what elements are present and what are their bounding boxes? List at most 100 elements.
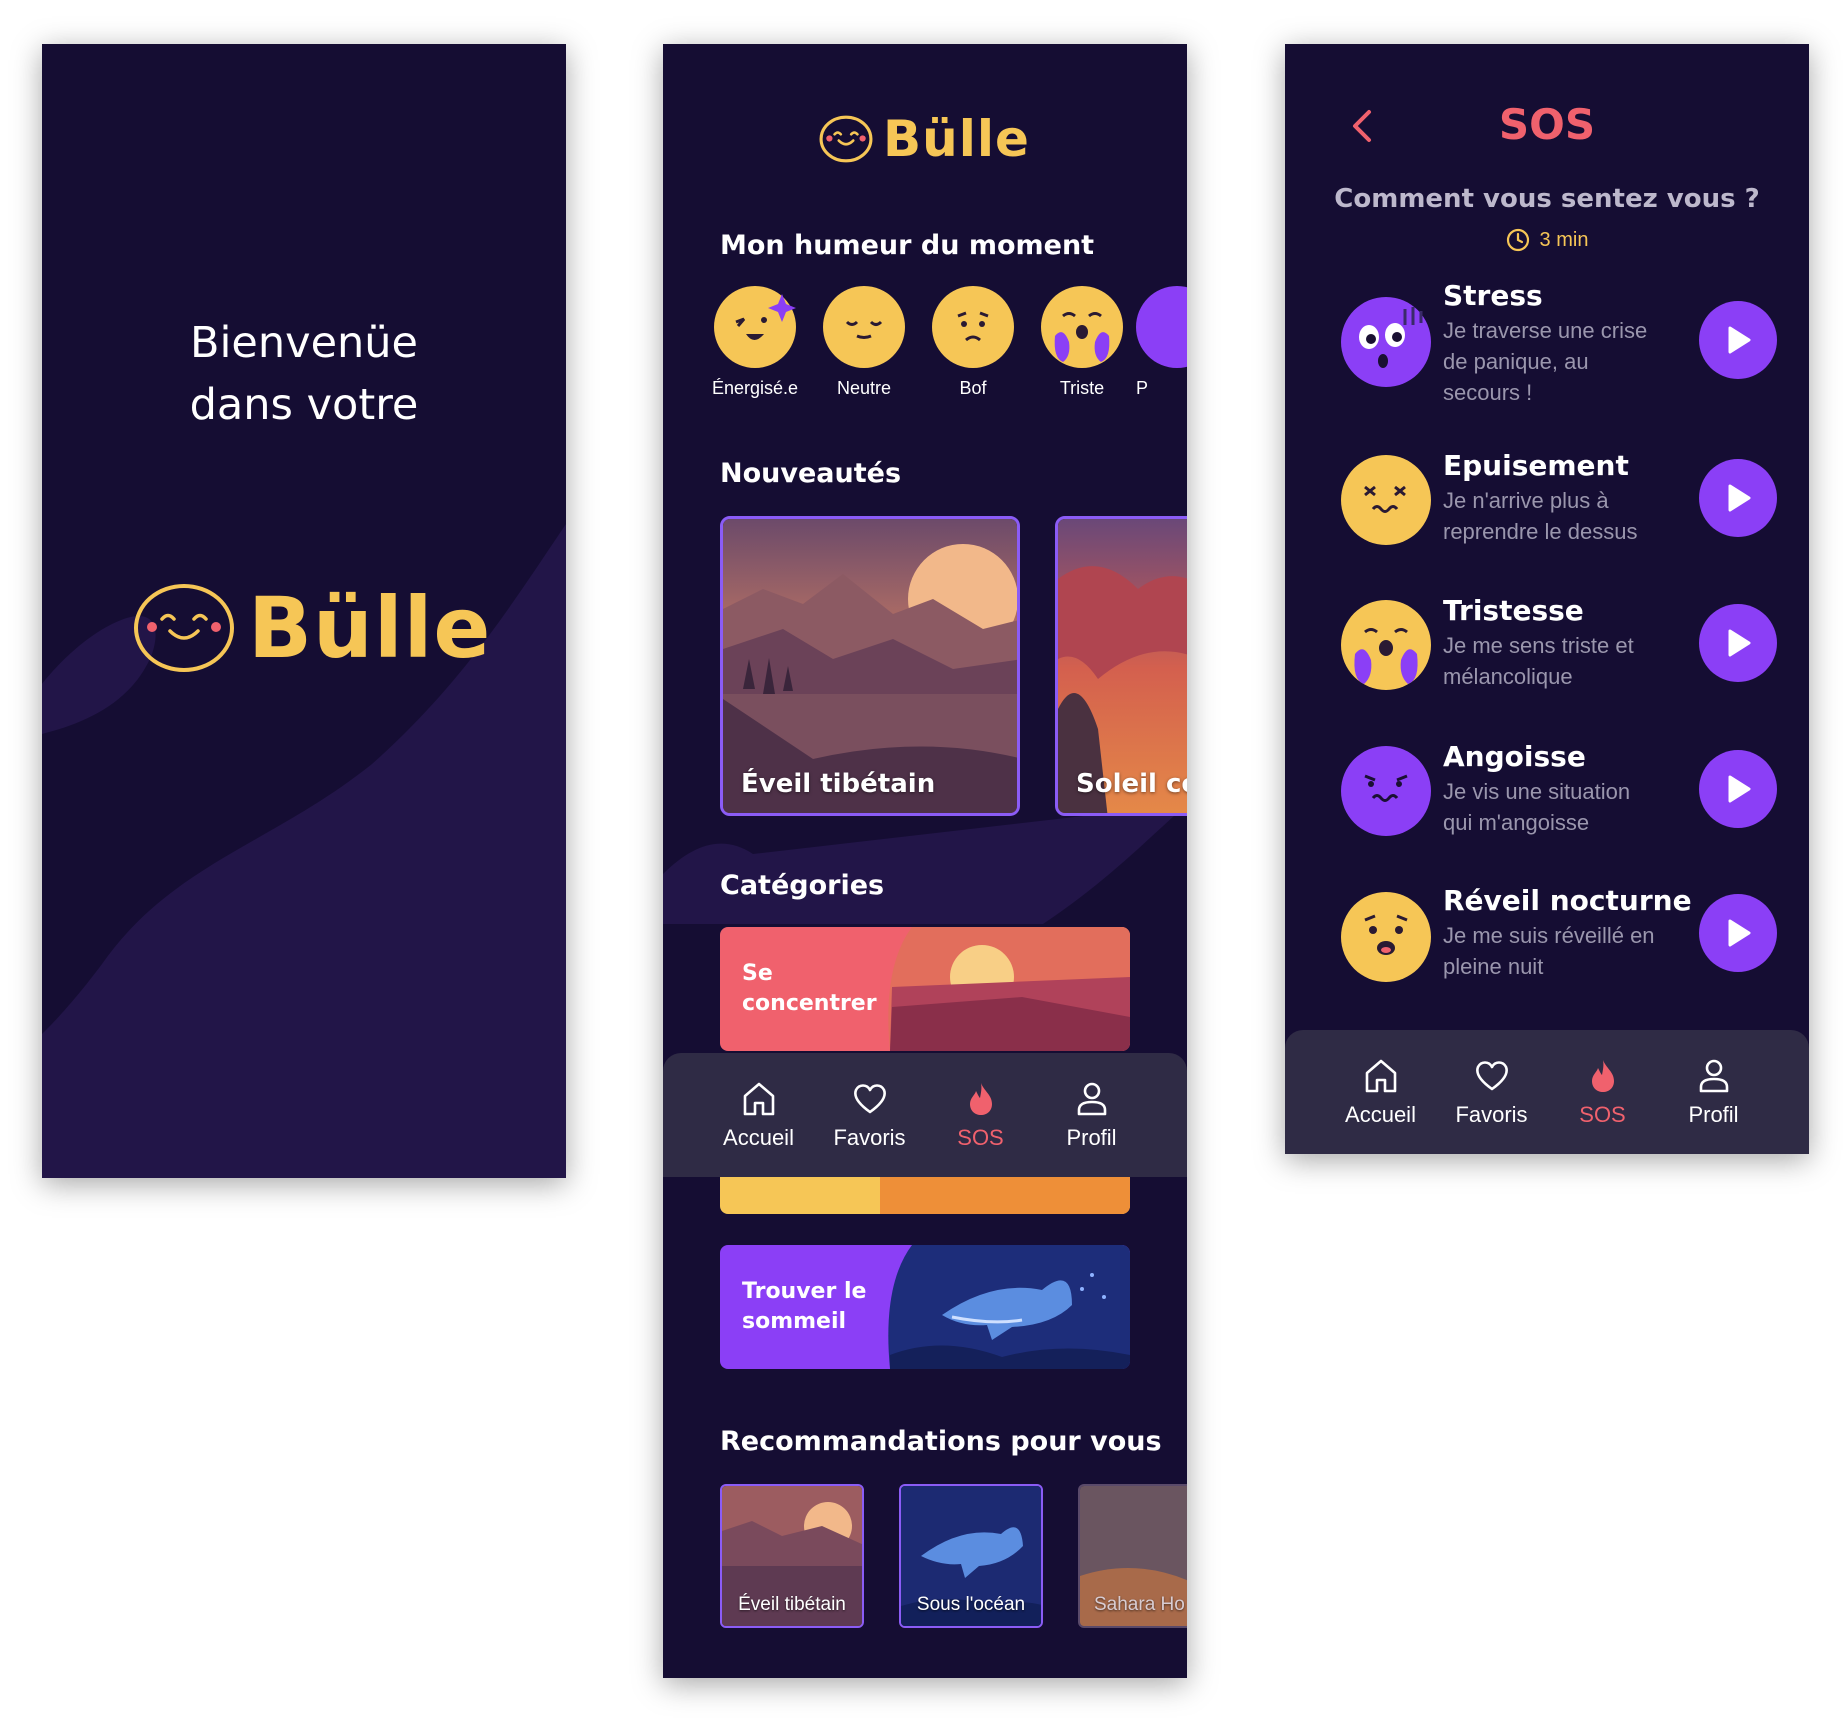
desert-sunset-image [888,927,1130,1051]
flame-icon [1555,1056,1651,1096]
duration-text: 3 min [1539,228,1589,251]
anxious-face-icon [1341,746,1431,836]
duration: 3 min [1285,228,1809,252]
nav-favorites[interactable]: Favoris [822,1079,918,1151]
sad-face-icon [1041,286,1123,368]
category-label: Se concentrer [742,961,877,1016]
sos-item-description: Je me sens triste et mélancolique [1443,633,1634,689]
category-focus[interactable]: Se concentrer [720,927,1130,1051]
sos-item-title: Stress [1443,279,1543,312]
sos-item-title: Tristesse [1443,594,1584,627]
nav-label: Profil [1066,1125,1117,1150]
bottom-nav: Accueil Favoris SOS Profil [1285,1030,1809,1154]
sos-item-exhaustion[interactable]: Epuisement Je n'arrive plus à reprendre … [1341,449,1777,549]
user-icon [1044,1079,1140,1119]
splash-screen: Bienvenüe dans votre Bülle [42,44,566,1178]
recommendations-section-title: Recommandations pour vous [720,1426,1162,1457]
nav-home[interactable]: Accueil [711,1079,807,1151]
play-button[interactable] [1699,604,1777,682]
whale-ocean-image [888,1245,1130,1369]
nav-profile[interactable]: Profil [1044,1079,1140,1151]
welcome-text: Bienvenüe dans votre [189,318,419,430]
nav-profile[interactable]: Profil [1666,1056,1762,1128]
sos-item-title: Angoisse [1443,740,1586,773]
category-sleep[interactable]: Trouver le sommeil [720,1245,1130,1369]
nav-label: SOS [957,1125,1004,1150]
nav-favorites[interactable]: Favoris [1444,1056,1540,1128]
categories-section-title: Catégories [720,870,885,901]
mood-meh[interactable]: Bof [918,286,1028,399]
crying-face-icon [1341,600,1431,690]
sos-item-title: Réveil nocturne [1443,884,1692,917]
sos-item-sadness[interactable]: Tristesse Je me sens triste et mélancoli… [1341,594,1777,694]
neutral-face-icon [823,286,905,368]
question-text: Comment vous sentez vous ? [1334,184,1760,214]
heart-icon [822,1079,918,1119]
mood-sad[interactable]: Triste [1027,286,1137,399]
sos-item-title: Epuisement [1443,449,1629,482]
nav-sos[interactable]: SOS [1555,1056,1651,1128]
recommendation-card[interactable]: Sous l'océan [899,1484,1043,1628]
home-icon [711,1079,807,1119]
nav-label: Favoris [833,1125,906,1150]
play-button[interactable] [1699,750,1777,828]
nav-label: Profil [1688,1102,1739,1127]
stress-face-icon [1341,297,1431,387]
flame-icon [933,1079,1029,1119]
news-section-title: Nouveautés [720,458,902,489]
heart-icon [1444,1056,1540,1096]
sos-item-description: Je n'arrive plus à reprendre le dessus [1443,488,1638,544]
nav-home[interactable]: Accueil [1333,1056,1429,1128]
mood-label: Neutre [836,378,892,398]
brand-name: Bülle [248,579,492,677]
play-icon [1728,629,1751,657]
energized-face-icon [714,286,796,368]
bubble-face-icon [134,584,234,672]
play-icon [1728,775,1751,803]
play-icon [1728,484,1751,512]
mood-partial[interactable]: P [1136,286,1187,399]
recommendation-card[interactable]: Sahara Ho [1078,1484,1187,1628]
nav-label: Favoris [1455,1102,1528,1127]
mood-label: Triste [1059,378,1105,398]
home-screen: Bülle Mon humeur du moment Énergisé.e Ne… [663,44,1187,1678]
sos-screen: SOS Comment vous sentez vous ? 3 min Str… [1285,44,1809,1154]
play-icon [1728,326,1751,354]
nav-sos[interactable]: SOS [933,1079,1029,1151]
mood-section-title: Mon humeur du moment [720,230,1095,261]
recommendation-label: Éveil tibétain [738,1594,846,1615]
recommendation-label: Sahara Ho [1094,1594,1185,1615]
sos-item-anxiety[interactable]: Angoisse Je vis une situation qui m'ango… [1341,740,1777,840]
mood-energized[interactable]: Énergisé.e [700,286,810,399]
mood-neutral[interactable]: Neutre [809,286,919,399]
nav-label: SOS [1579,1102,1626,1127]
clock-icon [1506,228,1529,252]
brand-logo: Bülle [819,110,1030,168]
news-card[interactable]: Soleil co [1055,516,1187,816]
news-card-label: Éveil tibétain [741,769,936,799]
orange-desert-image [880,1174,1130,1214]
page-title: SOS [1498,100,1596,149]
user-icon [1666,1056,1762,1096]
news-card[interactable]: Éveil tibétain [720,516,1020,816]
bubble-face-icon [819,115,873,163]
sos-item-night-waking[interactable]: Réveil nocturne Je me suis réveillé en p… [1341,884,1777,984]
recommendation-label: Sous l'océan [916,1594,1026,1615]
worried-face-icon [1341,892,1431,982]
sos-item-description: Je vis une situation qui m'angoisse [1443,779,1631,835]
category-partial[interactable] [720,1174,1130,1214]
play-button[interactable] [1699,459,1777,537]
play-button[interactable] [1699,301,1777,379]
play-button[interactable] [1699,894,1777,972]
sos-item-stress[interactable]: Stress Je traverse une crise de panique,… [1341,279,1777,405]
partial-face-icon [1136,286,1187,368]
recommendation-card[interactable]: Éveil tibétain [720,1484,864,1628]
bottom-nav: Accueil Favoris SOS Profil [663,1053,1187,1177]
sos-item-description: Je traverse une crise de panique, au sec… [1443,318,1648,405]
news-card-label: Soleil co [1076,769,1187,799]
nav-label: Accueil [1345,1102,1416,1127]
sos-item-description: Je me suis réveillé en pleine nuit [1443,923,1655,979]
mood-label: Énergisé.e [711,378,799,398]
play-icon [1728,919,1751,947]
mood-label: P [1136,378,1149,398]
